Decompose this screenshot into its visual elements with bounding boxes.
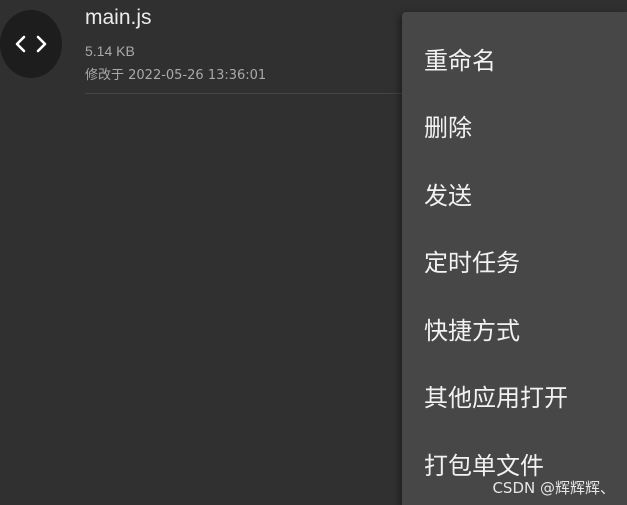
menu-item-delete[interactable]: 删除 [402, 92, 627, 159]
menu-item-scheduled-task[interactable]: 定时任务 [402, 227, 627, 294]
menu-item-send[interactable]: 发送 [402, 160, 627, 227]
watermark: CSDN @辉辉辉、 [492, 479, 615, 497]
file-size: 5.14 KB [85, 43, 135, 59]
file-type-badge [0, 10, 62, 78]
file-modified-time: 修改于 2022-05-26 13:36:01 [85, 68, 267, 83]
file-name: main.js [85, 6, 152, 29]
menu-item-open-with-other-app[interactable]: 其他应用打开 [402, 362, 627, 429]
context-menu: 重命名 删除 发送 定时任务 快捷方式 其他应用打开 打包单文件 [402, 12, 627, 505]
menu-item-rename[interactable]: 重命名 [402, 25, 627, 92]
menu-item-shortcut[interactable]: 快捷方式 [402, 295, 627, 362]
file-manager-screen: main.js 5.14 KB 修改于 2022-05-26 13:36:01 … [0, 0, 627, 505]
row-divider [85, 93, 415, 94]
code-icon [15, 35, 47, 53]
